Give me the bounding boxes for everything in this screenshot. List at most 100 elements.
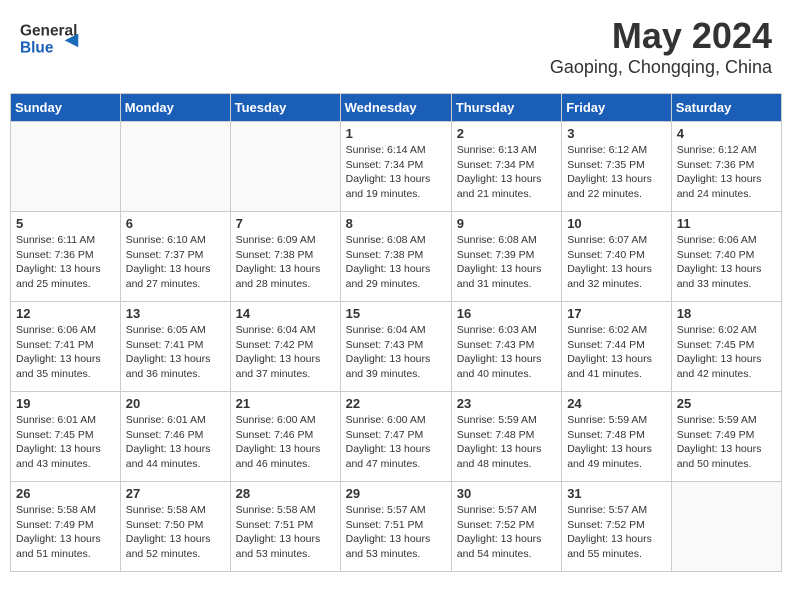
day-number: 26 (16, 486, 115, 501)
day-number: 29 (346, 486, 446, 501)
day-number: 15 (346, 306, 446, 321)
cell-info: Sunrise: 6:12 AM Sunset: 7:35 PM Dayligh… (567, 143, 666, 202)
cell-info: Sunrise: 6:04 AM Sunset: 7:43 PM Dayligh… (346, 323, 446, 382)
svg-text:Blue: Blue (20, 39, 54, 56)
calendar-cell: 13 Sunrise: 6:05 AM Sunset: 7:41 PM Dayli… (120, 302, 230, 392)
day-number: 27 (126, 486, 225, 501)
cell-info: Sunrise: 6:07 AM Sunset: 7:40 PM Dayligh… (567, 233, 666, 292)
day-number: 16 (457, 306, 556, 321)
weekday-header-tuesday: Tuesday (230, 94, 340, 122)
calendar-week-4: 26 Sunrise: 5:58 AM Sunset: 7:49 PM Dayli… (11, 482, 782, 572)
weekday-header-monday: Monday (120, 94, 230, 122)
calendar-cell: 17 Sunrise: 6:02 AM Sunset: 7:44 PM Dayli… (562, 302, 672, 392)
cell-info: Sunrise: 5:59 AM Sunset: 7:49 PM Dayligh… (677, 413, 776, 472)
cell-info: Sunrise: 6:06 AM Sunset: 7:41 PM Dayligh… (16, 323, 115, 382)
calendar-cell: 20Sunrise: 6:01 AM Sunset: 7:46 PM Dayli… (120, 392, 230, 482)
day-number: 11 (677, 216, 776, 231)
weekday-header-friday: Friday (562, 94, 672, 122)
cell-info: Sunrise: 5:58 AM Sunset: 7:51 PM Dayligh… (236, 503, 335, 562)
day-number: 18 (677, 306, 776, 321)
logo-svg: General Blue (20, 15, 80, 65)
calendar-cell: 16 Sunrise: 6:03 AM Sunset: 7:43 PM Dayli… (451, 302, 561, 392)
day-number: 17 (567, 306, 666, 321)
day-number: 6 (126, 216, 225, 231)
calendar-cell: 8 Sunrise: 6:08 AM Sunset: 7:38 PM Daylig… (340, 212, 451, 302)
day-number: 31 (567, 486, 666, 501)
logo: General Blue (20, 15, 80, 65)
calendar-cell: 1Sunrise: 6:14 AM Sunset: 7:34 PM Daylig… (340, 122, 451, 212)
calendar-cell: 29 Sunrise: 5:57 AM Sunset: 7:51 PM Dayli… (340, 482, 451, 572)
cell-info: Sunrise: 5:57 AM Sunset: 7:51 PM Dayligh… (346, 503, 446, 562)
month-title: May 2024 (550, 15, 772, 57)
cell-info: Sunrise: 6:13 AM Sunset: 7:34 PM Dayligh… (457, 143, 556, 202)
cell-info: Sunrise: 6:10 AM Sunset: 7:37 PM Dayligh… (126, 233, 225, 292)
day-number: 13 (126, 306, 225, 321)
cell-info: Sunrise: 6:02 AM Sunset: 7:44 PM Dayligh… (567, 323, 666, 382)
cell-info: Sunrise: 6:01 AM Sunset: 7:45 PM Dayligh… (16, 413, 115, 472)
day-number: 24 (567, 396, 666, 411)
calendar-cell: 9Sunrise: 6:08 AM Sunset: 7:39 PM Daylig… (451, 212, 561, 302)
calendar-cell: 14Sunrise: 6:04 AM Sunset: 7:42 PM Dayli… (230, 302, 340, 392)
weekday-header-saturday: Saturday (671, 94, 781, 122)
title-block: May 2024 Gaoping, Chongqing, China (550, 15, 772, 78)
cell-info: Sunrise: 6:05 AM Sunset: 7:41 PM Dayligh… (126, 323, 225, 382)
calendar-cell: 18 Sunrise: 6:02 AM Sunset: 7:45 PM Dayli… (671, 302, 781, 392)
day-number: 30 (457, 486, 556, 501)
cell-info: Sunrise: 5:57 AM Sunset: 7:52 PM Dayligh… (457, 503, 556, 562)
calendar-cell: 19 Sunrise: 6:01 AM Sunset: 7:45 PM Dayli… (11, 392, 121, 482)
calendar-cell: 7 Sunrise: 6:09 AM Sunset: 7:38 PM Daylig… (230, 212, 340, 302)
cell-info: Sunrise: 6:04 AM Sunset: 7:42 PM Dayligh… (236, 323, 335, 382)
day-number: 5 (16, 216, 115, 231)
calendar-cell: 23 Sunrise: 5:59 AM Sunset: 7:48 PM Dayli… (451, 392, 561, 482)
cell-info: Sunrise: 6:08 AM Sunset: 7:39 PM Dayligh… (457, 233, 556, 292)
day-number: 7 (236, 216, 335, 231)
weekday-header-thursday: Thursday (451, 94, 561, 122)
day-number: 19 (16, 396, 115, 411)
cell-info: Sunrise: 5:57 AM Sunset: 7:52 PM Dayligh… (567, 503, 666, 562)
calendar-table: SundayMondayTuesdayWednesdayThursdayFrid… (10, 93, 782, 572)
calendar-week-2: 12Sunrise: 6:06 AM Sunset: 7:41 PM Dayli… (11, 302, 782, 392)
day-number: 28 (236, 486, 335, 501)
calendar-cell: 6 Sunrise: 6:10 AM Sunset: 7:37 PM Daylig… (120, 212, 230, 302)
day-number: 1 (346, 126, 446, 141)
calendar-cell: 26 Sunrise: 5:58 AM Sunset: 7:49 PM Dayli… (11, 482, 121, 572)
day-number: 23 (457, 396, 556, 411)
day-number: 22 (346, 396, 446, 411)
calendar-week-0: 1Sunrise: 6:14 AM Sunset: 7:34 PM Daylig… (11, 122, 782, 212)
calendar-cell (671, 482, 781, 572)
calendar-cell: 30 Sunrise: 5:57 AM Sunset: 7:52 PM Dayli… (451, 482, 561, 572)
day-number: 10 (567, 216, 666, 231)
cell-info: Sunrise: 6:08 AM Sunset: 7:38 PM Dayligh… (346, 233, 446, 292)
day-number: 2 (457, 126, 556, 141)
day-number: 21 (236, 396, 335, 411)
calendar-cell: 4 Sunrise: 6:12 AM Sunset: 7:36 PM Daylig… (671, 122, 781, 212)
weekday-header-sunday: Sunday (11, 94, 121, 122)
calendar-cell: 12Sunrise: 6:06 AM Sunset: 7:41 PM Dayli… (11, 302, 121, 392)
calendar-cell: 10 Sunrise: 6:07 AM Sunset: 7:40 PM Dayli… (562, 212, 672, 302)
day-number: 4 (677, 126, 776, 141)
calendar-cell: 28 Sunrise: 5:58 AM Sunset: 7:51 PM Dayli… (230, 482, 340, 572)
weekday-header-wednesday: Wednesday (340, 94, 451, 122)
calendar-cell: 21 Sunrise: 6:00 AM Sunset: 7:46 PM Dayli… (230, 392, 340, 482)
svg-text:General: General (20, 22, 77, 39)
calendar-cell: 25 Sunrise: 5:59 AM Sunset: 7:49 PM Dayli… (671, 392, 781, 482)
cell-info: Sunrise: 6:12 AM Sunset: 7:36 PM Dayligh… (677, 143, 776, 202)
cell-info: Sunrise: 5:58 AM Sunset: 7:49 PM Dayligh… (16, 503, 115, 562)
calendar-cell: 5Sunrise: 6:11 AM Sunset: 7:36 PM Daylig… (11, 212, 121, 302)
day-number: 8 (346, 216, 446, 231)
cell-info: Sunrise: 6:09 AM Sunset: 7:38 PM Dayligh… (236, 233, 335, 292)
calendar-week-3: 19 Sunrise: 6:01 AM Sunset: 7:45 PM Dayli… (11, 392, 782, 482)
cell-info: Sunrise: 6:00 AM Sunset: 7:46 PM Dayligh… (236, 413, 335, 472)
calendar-cell: 2 Sunrise: 6:13 AM Sunset: 7:34 PM Daylig… (451, 122, 561, 212)
page-header: General Blue May 2024 Gaoping, Chongqing… (10, 10, 782, 83)
calendar-cell: 27Sunrise: 5:58 AM Sunset: 7:50 PM Dayli… (120, 482, 230, 572)
calendar-cell (11, 122, 121, 212)
calendar-week-1: 5Sunrise: 6:11 AM Sunset: 7:36 PM Daylig… (11, 212, 782, 302)
calendar-cell: 24Sunrise: 5:59 AM Sunset: 7:48 PM Dayli… (562, 392, 672, 482)
cell-info: Sunrise: 6:02 AM Sunset: 7:45 PM Dayligh… (677, 323, 776, 382)
calendar-cell (230, 122, 340, 212)
weekday-header-row: SundayMondayTuesdayWednesdayThursdayFrid… (11, 94, 782, 122)
cell-info: Sunrise: 6:03 AM Sunset: 7:43 PM Dayligh… (457, 323, 556, 382)
cell-info: Sunrise: 5:59 AM Sunset: 7:48 PM Dayligh… (457, 413, 556, 472)
day-number: 25 (677, 396, 776, 411)
